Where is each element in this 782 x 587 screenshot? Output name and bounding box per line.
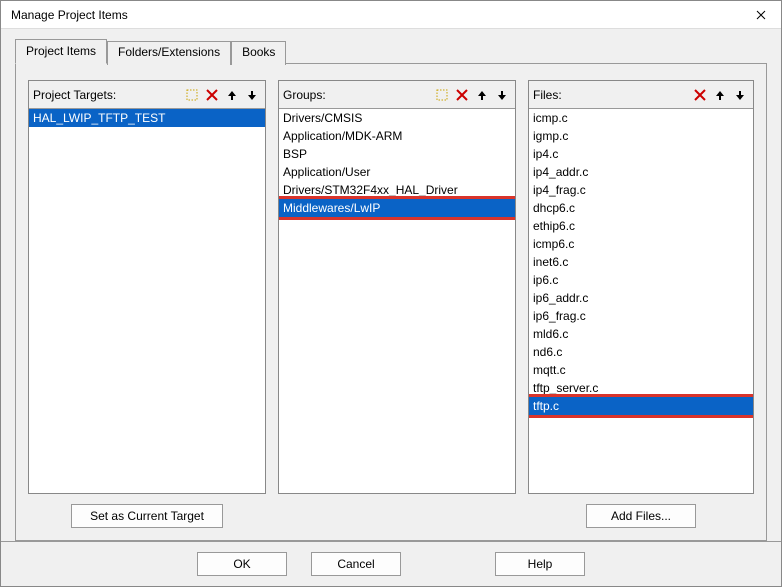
add-files-button[interactable]: Add Files... [586, 504, 696, 528]
project-targets-header: Project Targets: [29, 81, 265, 109]
list-item[interactable]: ip6.c [529, 271, 753, 289]
arrow-up-icon [476, 89, 488, 101]
close-icon [756, 10, 766, 20]
list-item[interactable]: ip4_frag.c [529, 181, 753, 199]
list-item[interactable]: dhcp6.c [529, 199, 753, 217]
delete-x-icon [206, 89, 218, 101]
titlebar: Manage Project Items [1, 1, 781, 29]
dialog-footer: OK Cancel Help [1, 541, 781, 586]
list-item[interactable]: Middlewares/LwIP [279, 199, 515, 217]
groups-panel: Groups: Drivers/CMSISApplication/MDK-ARM… [278, 80, 516, 494]
list-item[interactable]: HAL_LWIP_TFTP_TEST [29, 109, 265, 127]
groups-header: Groups: [279, 81, 515, 109]
project-targets-label: Project Targets: [33, 88, 181, 102]
files-panel: Files: icmp.cigmp.cip4.cip4_addr.cip4_fr… [528, 80, 754, 494]
set-current-target-button[interactable]: Set as Current Target [71, 504, 223, 528]
move-group-up-button[interactable] [473, 86, 491, 104]
list-item[interactable]: ip6_addr.c [529, 289, 753, 307]
move-file-down-button[interactable] [731, 86, 749, 104]
ok-button[interactable]: OK [197, 552, 287, 576]
project-targets-panel: Project Targets: HAL_LWIP_TFTP_TEST [28, 80, 266, 494]
help-button[interactable]: Help [495, 552, 585, 576]
tab-folders-extensions[interactable]: Folders/Extensions [107, 41, 231, 65]
list-item[interactable]: tftp.c [529, 397, 753, 415]
list-item[interactable]: igmp.c [529, 127, 753, 145]
list-item[interactable]: Application/MDK-ARM [279, 127, 515, 145]
move-file-up-button[interactable] [711, 86, 729, 104]
files-listbox[interactable]: icmp.cigmp.cip4.cip4_addr.cip4_frag.cdhc… [529, 109, 753, 493]
move-target-up-button[interactable] [223, 86, 241, 104]
groups-listbox[interactable]: Drivers/CMSISApplication/MDK-ARMBSPAppli… [279, 109, 515, 493]
tab-books[interactable]: Books [231, 41, 286, 65]
tab-bar: Project Items Folders/Extensions Books [15, 39, 767, 63]
close-button[interactable] [741, 1, 781, 29]
list-item[interactable]: mld6.c [529, 325, 753, 343]
delete-x-icon [694, 89, 706, 101]
list-item[interactable]: ip4_addr.c [529, 163, 753, 181]
delete-group-button[interactable] [453, 86, 471, 104]
project-targets-listbox[interactable]: HAL_LWIP_TFTP_TEST [29, 109, 265, 493]
list-item[interactable]: Drivers/STM32F4xx_HAL_Driver [279, 181, 515, 199]
arrow-down-icon [734, 89, 746, 101]
tab-panel-project-items: Project Targets: HAL_LWIP_TFTP_TEST Grou… [15, 63, 767, 541]
list-item[interactable]: Drivers/CMSIS [279, 109, 515, 127]
list-item[interactable]: ip4.c [529, 145, 753, 163]
move-group-down-button[interactable] [493, 86, 511, 104]
files-header: Files: [529, 81, 753, 109]
new-icon [435, 88, 449, 102]
new-group-button[interactable] [433, 86, 451, 104]
columns: Project Targets: HAL_LWIP_TFTP_TEST Grou… [28, 80, 754, 494]
dialog-body: Project Items Folders/Extensions Books P… [1, 29, 781, 541]
arrow-up-icon [226, 89, 238, 101]
window-title: Manage Project Items [11, 8, 741, 22]
move-target-down-button[interactable] [243, 86, 261, 104]
delete-file-button[interactable] [691, 86, 709, 104]
list-item[interactable]: mqtt.c [529, 361, 753, 379]
list-item[interactable]: BSP [279, 145, 515, 163]
delete-x-icon [456, 89, 468, 101]
arrow-down-icon [496, 89, 508, 101]
window: Manage Project Items Project Items Folde… [0, 0, 782, 587]
list-item[interactable]: tftp_server.c [529, 379, 753, 397]
below-buttons-row: Set as Current Target Add Files... [28, 494, 754, 528]
list-item[interactable]: nd6.c [529, 343, 753, 361]
delete-target-button[interactable] [203, 86, 221, 104]
tab-project-items[interactable]: Project Items [15, 39, 107, 64]
list-item[interactable]: ethip6.c [529, 217, 753, 235]
list-item[interactable]: icmp.c [529, 109, 753, 127]
list-item[interactable]: icmp6.c [529, 235, 753, 253]
list-item[interactable]: inet6.c [529, 253, 753, 271]
list-item[interactable]: Application/User [279, 163, 515, 181]
cancel-button[interactable]: Cancel [311, 552, 401, 576]
list-item[interactable]: ip6_frag.c [529, 307, 753, 325]
arrow-up-icon [714, 89, 726, 101]
new-icon [185, 88, 199, 102]
groups-label: Groups: [283, 88, 431, 102]
files-label: Files: [533, 88, 689, 102]
arrow-down-icon [246, 89, 258, 101]
new-target-button[interactable] [183, 86, 201, 104]
